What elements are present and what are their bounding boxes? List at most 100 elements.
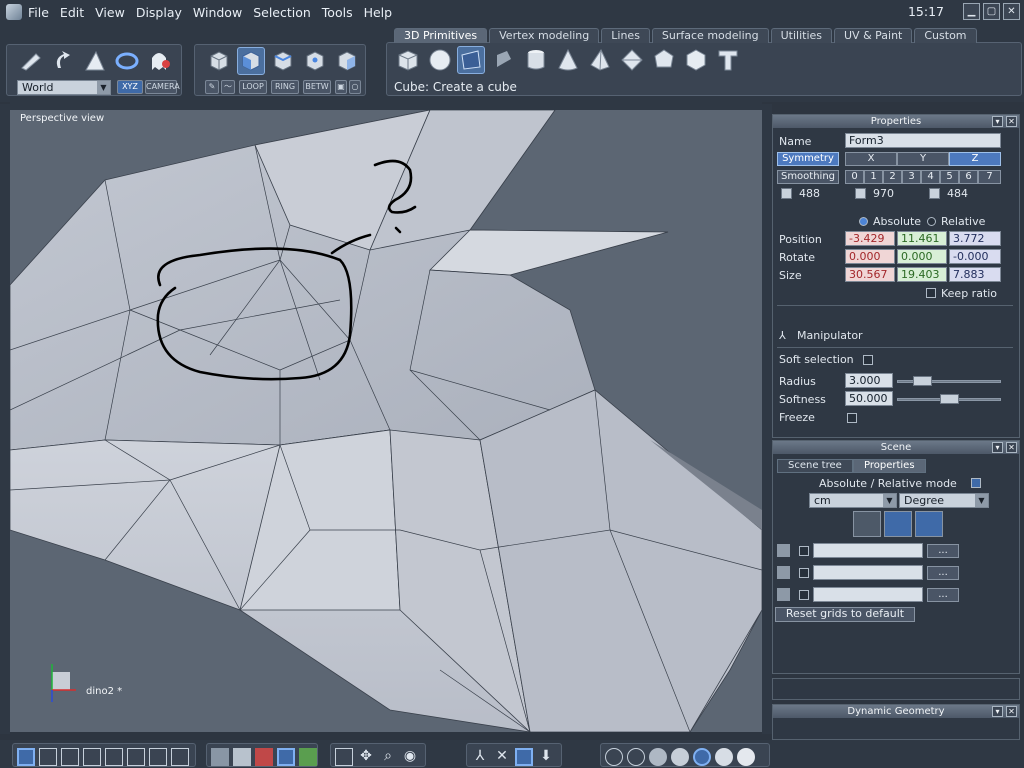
rotate-tool-icon[interactable]	[49, 47, 77, 75]
rect-select-button[interactable]: ▣	[335, 80, 347, 94]
symmetry-y-button[interactable]: Y	[897, 152, 949, 166]
right-panel-collapse-handle[interactable]	[762, 104, 772, 734]
checker-view-icon[interactable]	[299, 748, 317, 766]
menu-view[interactable]: View	[95, 5, 125, 20]
lit-sphere-icon[interactable]	[715, 748, 733, 766]
perspective-viewport[interactable]: Perspective view dino2 *	[10, 110, 762, 732]
tab-scene-properties[interactable]: Properties	[853, 459, 926, 473]
menu-display[interactable]: Display	[136, 5, 182, 20]
radius-slider-handle[interactable]	[913, 376, 932, 386]
scale-tool-icon[interactable]	[81, 47, 109, 75]
magnet-snap-icon[interactable]	[515, 748, 533, 766]
size-z-field[interactable]: 7.883	[949, 267, 1001, 282]
rotate-x-field[interactable]: 0.000	[845, 249, 895, 264]
wedge-icon[interactable]	[490, 46, 518, 74]
layout-three-right-icon[interactable]	[127, 748, 145, 766]
minimize-button[interactable]: ▁	[963, 3, 980, 20]
loop-select-button[interactable]: LOOP	[239, 80, 267, 94]
smooth-wire-sphere-icon[interactable]	[671, 748, 689, 766]
scene-close-button[interactable]: ✕	[1006, 442, 1017, 453]
smoothing-button[interactable]: Smoothing	[777, 170, 839, 184]
grid-checkbox-1[interactable]	[799, 546, 809, 556]
position-y-field[interactable]: 11.461	[897, 231, 947, 246]
vertex-mode-icon[interactable]	[301, 47, 329, 75]
dodecahedron-icon[interactable]	[650, 46, 678, 74]
tab-scene-tree[interactable]: Scene tree	[777, 459, 853, 473]
cross-tool-icon[interactable]: ✕	[493, 748, 511, 766]
axis-xyz-button[interactable]: XYZ	[117, 80, 143, 94]
zoom-icon[interactable]: ⌕	[379, 748, 397, 766]
ghost-tool-icon[interactable]	[145, 47, 173, 75]
menu-window[interactable]: Window	[193, 5, 242, 20]
grid-checkbox-2[interactable]	[799, 568, 809, 578]
scene-collapse-button[interactable]: ▾	[992, 442, 1003, 453]
softness-slider-handle[interactable]	[940, 394, 959, 404]
relative-radio[interactable]	[927, 217, 936, 226]
pyramid-icon[interactable]	[586, 46, 614, 74]
size-x-field[interactable]: 30.567	[845, 267, 895, 282]
layout-split-vertical-icon[interactable]	[149, 748, 167, 766]
dynamic-geometry-close-button[interactable]: ✕	[1006, 706, 1017, 717]
eye-icon[interactable]: ◉	[401, 748, 419, 766]
reset-grids-button[interactable]: Reset grids to default	[775, 607, 915, 622]
paint-render-icon[interactable]	[233, 748, 251, 766]
cylinder-icon[interactable]	[522, 46, 550, 74]
radius-field[interactable]: 3.000	[845, 373, 893, 388]
tab-uv-paint[interactable]: UV & Paint	[834, 28, 913, 43]
edge-mode-icon[interactable]	[269, 47, 297, 75]
render-sphere-icon[interactable]	[737, 748, 755, 766]
softness-slider[interactable]	[897, 394, 1001, 404]
tab-vertex-modeling[interactable]: Vertex modeling	[489, 28, 600, 43]
smoothing-level-3[interactable]: 3	[902, 170, 921, 184]
render-settings-icon[interactable]	[211, 748, 229, 766]
left-panel-collapse-handle[interactable]	[0, 104, 10, 734]
cube-icon[interactable]	[394, 46, 422, 74]
axis-tool-icon[interactable]: ⅄	[471, 748, 489, 766]
paint-select-button[interactable]: ✎	[205, 80, 219, 94]
grid-view-icon[interactable]	[277, 748, 295, 766]
axis-camera-button[interactable]: CAMERA	[145, 80, 180, 94]
text-primitive-icon[interactable]	[714, 46, 742, 74]
hidden-line-sphere-icon[interactable]	[627, 748, 645, 766]
layout-quad-icon[interactable]	[39, 748, 57, 766]
dynamic-geometry-collapse-button[interactable]: ▾	[992, 706, 1003, 717]
maximize-button[interactable]: ▢	[983, 3, 1000, 20]
smoothing-level-6[interactable]: 6	[959, 170, 978, 184]
grid-field-3[interactable]	[813, 587, 923, 602]
menu-file[interactable]: File	[28, 5, 49, 20]
sphere-icon[interactable]	[426, 46, 454, 74]
grid-browse-button-1[interactable]: ...	[927, 544, 959, 558]
tab-surface-modeling[interactable]: Surface modeling	[651, 28, 769, 43]
circle-select-button[interactable]: ○	[349, 80, 361, 94]
layout-columns-icon[interactable]	[171, 748, 189, 766]
freeze-checkbox[interactable]	[847, 413, 857, 423]
space-combo[interactable]: World ▼	[17, 80, 111, 95]
wireframe-sphere-icon[interactable]	[605, 748, 623, 766]
abs-rel-checkbox[interactable]	[971, 478, 981, 488]
layout-three-top-icon[interactable]	[83, 748, 101, 766]
face-mode-icon[interactable]	[237, 47, 265, 75]
soft-selection-checkbox[interactable]	[863, 355, 873, 365]
between-select-button[interactable]: BETW	[303, 80, 331, 94]
multi-mode-icon[interactable]	[333, 47, 361, 75]
grid-field-1[interactable]	[813, 543, 923, 558]
rotate-y-field[interactable]: 0.000	[897, 249, 947, 264]
smoothing-level-2[interactable]: 2	[883, 170, 902, 184]
move-tool-icon[interactable]	[17, 47, 45, 75]
radius-slider[interactable]	[897, 376, 1001, 386]
smoothing-level-1[interactable]: 1	[864, 170, 883, 184]
absolute-radio[interactable]	[859, 217, 868, 226]
plane-icon[interactable]	[457, 46, 485, 74]
symmetry-x-button[interactable]: X	[845, 152, 897, 166]
uv-grid-icon[interactable]	[255, 748, 273, 766]
ring-select-icon[interactable]	[113, 47, 141, 75]
layout-split-horizontal-icon[interactable]	[61, 748, 79, 766]
object-mode-icon[interactable]	[205, 47, 233, 75]
grid-checkbox-3[interactable]	[799, 590, 809, 600]
grid-xy-icon[interactable]	[884, 511, 912, 537]
app-logo-icon[interactable]	[6, 4, 22, 20]
softness-field[interactable]: 50.000	[845, 391, 893, 406]
symmetry-button[interactable]: Symmetry	[777, 152, 839, 166]
menu-selection[interactable]: Selection	[253, 5, 311, 20]
tab-3d-primitives[interactable]: 3D Primitives	[394, 28, 488, 43]
